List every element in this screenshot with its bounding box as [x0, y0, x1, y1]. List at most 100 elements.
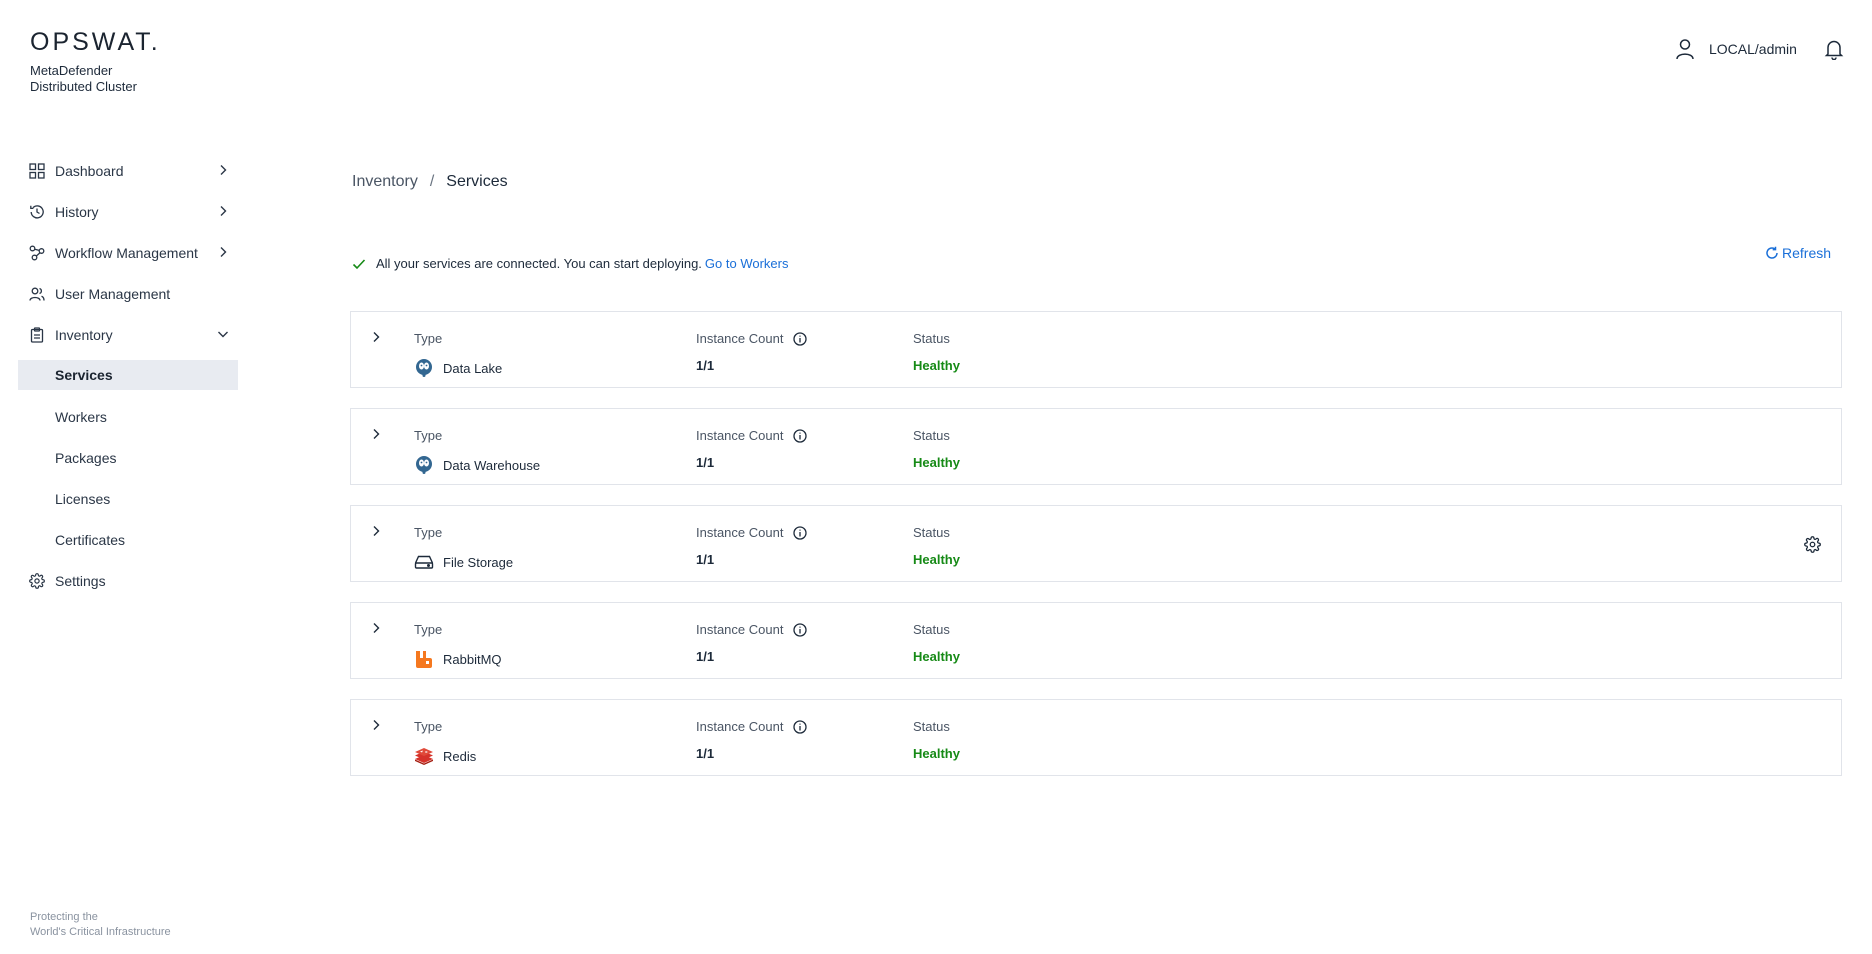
- sidebar-item-dashboard[interactable]: Dashboard: [18, 150, 238, 191]
- instance-count-value: 1/1: [696, 649, 715, 664]
- status-badge: Healthy: [913, 746, 960, 761]
- instance-count-label: Instance Count: [696, 719, 808, 734]
- chevron-down-icon: [218, 331, 228, 338]
- type-label: Type: [414, 622, 443, 637]
- service-card: Type Instance Count Status Redis 1/1 Hea…: [350, 699, 1842, 776]
- refresh-icon: [1766, 246, 1778, 259]
- sidebar-item-inventory[interactable]: Inventory: [18, 314, 238, 355]
- bell-icon[interactable]: [1824, 38, 1844, 60]
- tagline-line2: World's Critical Infrastructure: [30, 926, 171, 938]
- rabbitmq-icon: [414, 649, 434, 669]
- sidebar-item-label: History: [55, 203, 99, 220]
- chevron-right-icon[interactable]: [369, 718, 383, 732]
- instance-count-label-text: Instance Count: [696, 331, 784, 346]
- workflow-icon: [28, 244, 45, 261]
- clipboard-icon: [28, 326, 45, 343]
- opswat-logo[interactable]: OPSWAT.: [30, 30, 161, 55]
- instance-count-label-text: Instance Count: [696, 622, 784, 637]
- sidebar-item-label: User Management: [55, 285, 171, 302]
- service-card: Type Instance Count Status RabbitMQ 1/1 …: [350, 602, 1842, 679]
- sidebar-subitem-workers[interactable]: Workers: [18, 396, 238, 437]
- breadcrumb-current: Services: [446, 173, 508, 190]
- instance-count-label-text: Instance Count: [696, 428, 784, 443]
- breadcrumb-separator: /: [429, 173, 435, 190]
- user-menu[interactable]: LOCAL/admin: [1675, 38, 1797, 60]
- sidebar-item-settings[interactable]: Settings: [18, 560, 238, 601]
- instance-count-label: Instance Count: [696, 331, 808, 346]
- go-to-workers-link[interactable]: Go to Workers: [705, 256, 789, 271]
- history-icon: [28, 203, 45, 220]
- service-type-name: Redis: [443, 748, 477, 764]
- service-card: Type Instance Count Status Data Lake 1/1…: [350, 311, 1842, 388]
- status-badge: Healthy: [913, 552, 960, 567]
- postgresql-icon: [414, 358, 434, 378]
- info-icon[interactable]: [793, 331, 808, 346]
- sidebar-item-label: Dashboard: [55, 162, 124, 179]
- instance-count-value: 1/1: [696, 455, 715, 470]
- dashboard-grid-icon: [28, 162, 45, 179]
- sidebar-item-workflow-management[interactable]: Workflow Management: [18, 232, 238, 273]
- type-label: Type: [414, 525, 443, 540]
- info-icon[interactable]: [793, 622, 808, 637]
- refresh-label: Refresh: [1782, 245, 1832, 261]
- gear-icon[interactable]: [1804, 536, 1821, 553]
- info-icon[interactable]: [793, 525, 808, 540]
- sidebar-item-label: Settings: [55, 572, 106, 589]
- instance-count-label: Instance Count: [696, 428, 808, 443]
- gear-icon: [28, 572, 45, 589]
- sidebar-item-history[interactable]: History: [18, 191, 238, 232]
- hard-drive-icon: [414, 552, 434, 572]
- sidebar: OPSWAT. MetaDefender Distributed Cluster…: [0, 0, 260, 954]
- type-label: Type: [414, 428, 443, 443]
- service-type: Data Lake: [414, 358, 502, 378]
- chevron-right-icon[interactable]: [369, 427, 383, 441]
- info-icon[interactable]: [793, 719, 808, 734]
- product-name: MetaDefender Distributed Cluster: [30, 63, 161, 95]
- chevron-right-icon: [220, 206, 227, 216]
- chevron-right-icon[interactable]: [369, 621, 383, 635]
- service-type-name: Data Warehouse: [443, 457, 541, 473]
- sidebar-subitem-certificates[interactable]: Certificates: [18, 519, 238, 560]
- type-label: Type: [414, 331, 443, 346]
- status-label: Status: [913, 525, 950, 540]
- type-label: Type: [414, 719, 443, 734]
- info-icon[interactable]: [793, 428, 808, 443]
- users-icon: [28, 285, 45, 302]
- check-icon: [352, 258, 366, 269]
- service-type-name: File Storage: [443, 554, 514, 570]
- redis-icon: [414, 746, 434, 766]
- brand: OPSWAT. MetaDefender Distributed Cluster: [30, 30, 161, 95]
- chevron-right-icon: [220, 247, 227, 257]
- service-card: Type Instance Count Status File Storage …: [350, 505, 1842, 582]
- sidebar-nav: Dashboard History Workflow Management Us…: [18, 150, 238, 601]
- sidebar-subitem-services[interactable]: Services: [18, 360, 238, 390]
- sidebar-item-label: Inventory: [55, 326, 113, 343]
- status-badge: Healthy: [913, 649, 960, 664]
- service-type-name: Data Lake: [443, 360, 503, 376]
- service-type: Redis: [414, 746, 476, 766]
- connection-notice: All your services are connected. You can…: [352, 256, 788, 271]
- instance-count-value: 1/1: [696, 358, 715, 373]
- instance-count-label-text: Instance Count: [696, 525, 784, 540]
- chevron-right-icon[interactable]: [369, 524, 383, 538]
- service-type-name: RabbitMQ: [443, 651, 502, 667]
- status-badge: Healthy: [913, 455, 960, 470]
- service-type: File Storage: [414, 552, 513, 572]
- instance-count-label-text: Instance Count: [696, 719, 784, 734]
- service-type: RabbitMQ: [414, 649, 502, 669]
- refresh-button[interactable]: Refresh: [1765, 245, 1831, 261]
- chevron-right-icon: [220, 165, 227, 175]
- user-name: LOCAL/admin: [1709, 41, 1797, 57]
- sidebar-subitem-packages[interactable]: Packages: [18, 437, 238, 478]
- sidebar-item-label: Workflow Management: [55, 244, 198, 261]
- instance-count-value: 1/1: [696, 746, 715, 761]
- breadcrumb-inventory[interactable]: Inventory: [352, 173, 418, 191]
- status-label: Status: [913, 622, 950, 637]
- sidebar-item-user-management[interactable]: User Management: [18, 273, 238, 314]
- product-name-line1: MetaDefender: [30, 63, 113, 78]
- user-icon: [1676, 39, 1694, 60]
- sidebar-subitem-licenses[interactable]: Licenses: [18, 478, 238, 519]
- tagline: Protecting the World's Critical Infrastr…: [30, 910, 171, 940]
- product-name-line2: Distributed Cluster: [30, 79, 137, 94]
- chevron-right-icon[interactable]: [369, 330, 383, 344]
